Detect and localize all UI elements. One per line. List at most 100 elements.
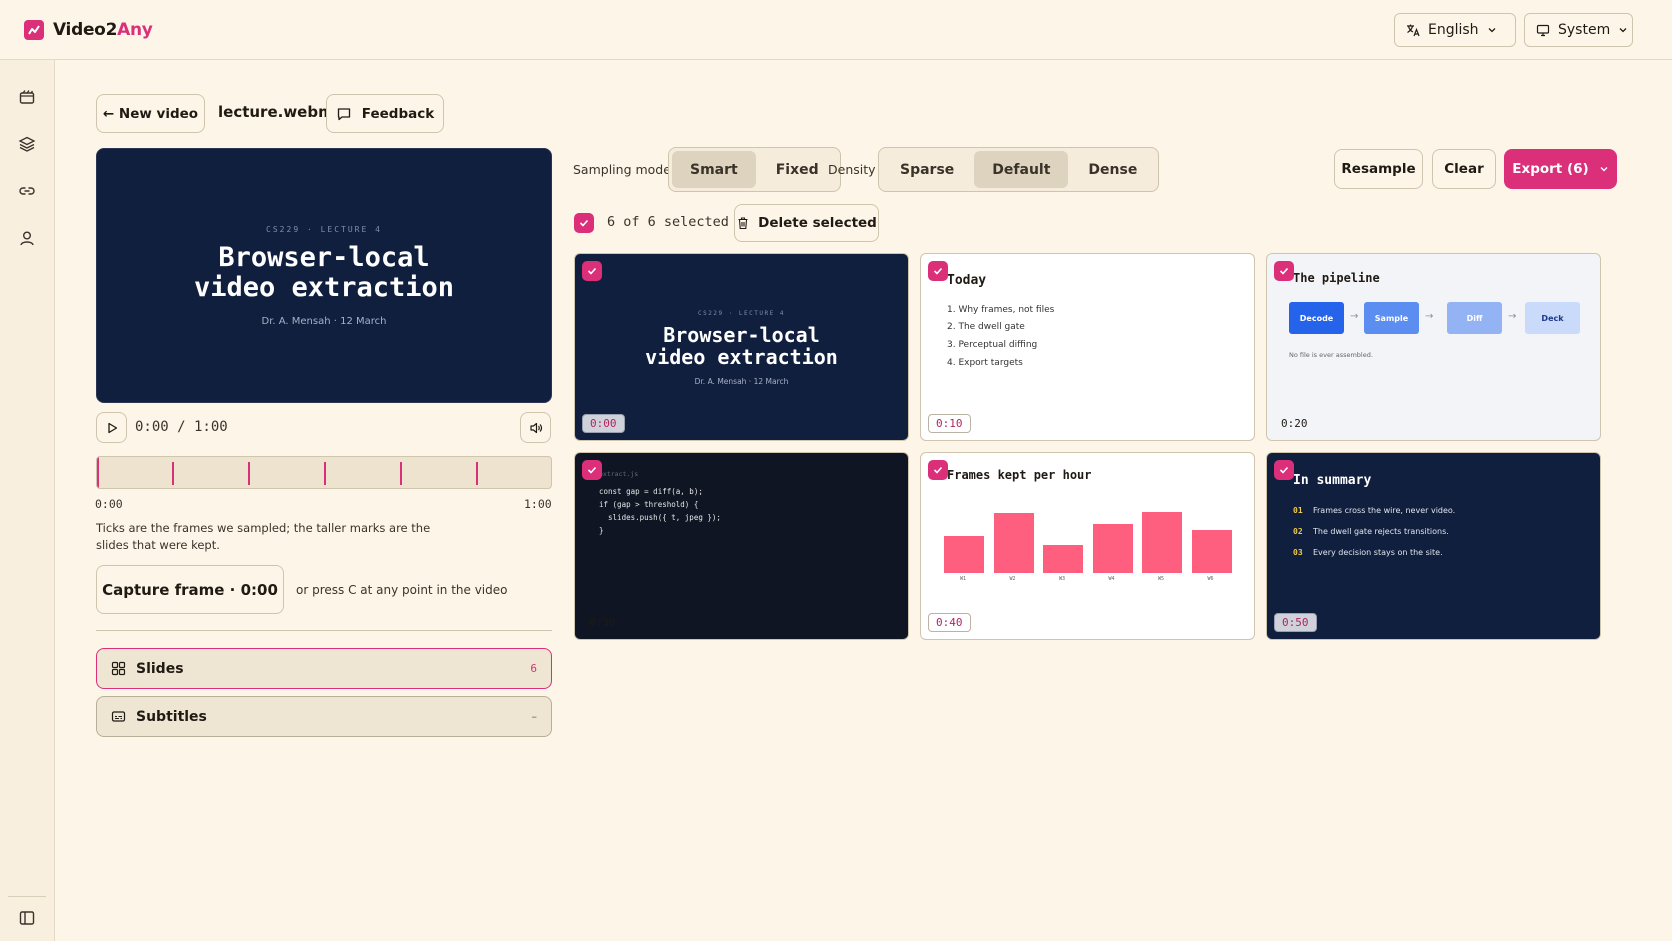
pipeline-note: No file is ever assembled. bbox=[1289, 351, 1373, 359]
pipeline-step: Diff bbox=[1447, 302, 1502, 334]
frame-subtitle: Dr. A. Mensah · 12 March bbox=[694, 377, 789, 386]
theme-select[interactable]: System bbox=[1524, 13, 1633, 47]
slide-tick[interactable] bbox=[248, 462, 250, 485]
chart-bar bbox=[1043, 544, 1083, 573]
language-label: English bbox=[1428, 22, 1479, 38]
slide-eyebrow: CS229 · LECTURE 4 bbox=[266, 225, 382, 234]
frame-heading: Today bbox=[947, 273, 987, 288]
slides-panel[interactable]: Slides 6 bbox=[96, 648, 552, 689]
language-select[interactable]: English bbox=[1394, 13, 1516, 47]
delete-selected-button[interactable]: Delete selected bbox=[734, 204, 879, 242]
summary-number: 02 bbox=[1293, 527, 1303, 536]
sidebar-toggle-icon[interactable] bbox=[18, 909, 36, 927]
density-dense[interactable]: Dense bbox=[1070, 151, 1155, 188]
density-sparse[interactable]: Sparse bbox=[882, 151, 972, 188]
resample-button[interactable]: Resample bbox=[1334, 149, 1423, 189]
check-icon bbox=[1279, 466, 1289, 474]
check-icon bbox=[587, 267, 597, 275]
frame-timestamp: 0:10 bbox=[928, 414, 971, 433]
frame-card[interactable]: In summary 01 Frames cross the wire, nev… bbox=[1266, 452, 1601, 640]
chart-bar bbox=[944, 536, 984, 573]
frame-checkbox[interactable] bbox=[1274, 261, 1294, 281]
clear-button[interactable]: Clear bbox=[1432, 149, 1496, 189]
play-button[interactable] bbox=[96, 412, 127, 443]
slide-subtitle: Dr. A. Mensah · 12 March bbox=[261, 316, 387, 327]
playhead[interactable] bbox=[97, 457, 99, 488]
chart-category-label: W3 bbox=[1059, 576, 1066, 582]
app-name: Video2Any bbox=[53, 20, 153, 40]
sampling-fixed[interactable]: Fixed bbox=[758, 151, 837, 188]
side-rail bbox=[0, 60, 55, 941]
summary-number: 01 bbox=[1293, 506, 1303, 515]
video-preview[interactable]: CS229 · LECTURE 4 Browser-local video ex… bbox=[96, 148, 552, 403]
frame-checkbox[interactable] bbox=[928, 460, 948, 480]
message-icon bbox=[337, 107, 350, 120]
new-video-button[interactable]: ← New video bbox=[96, 94, 205, 133]
frame-timestamp: 0:20 bbox=[1281, 417, 1308, 430]
theme-label: System bbox=[1558, 22, 1611, 38]
chart-bar bbox=[1142, 512, 1182, 573]
frame-list-item: 1. Why frames, not files bbox=[947, 305, 1055, 315]
select-all-checkbox[interactable] bbox=[574, 213, 594, 233]
chart-bar bbox=[993, 513, 1034, 573]
arrow-right-icon: → bbox=[1350, 311, 1359, 322]
check-icon bbox=[587, 466, 597, 474]
feedback-button[interactable]: Feedback bbox=[326, 94, 444, 133]
density-default[interactable]: Default bbox=[974, 151, 1069, 188]
check-icon bbox=[933, 466, 943, 474]
subtitles-count: – bbox=[531, 710, 538, 723]
frame-heading: The pipeline bbox=[1293, 271, 1380, 285]
pipeline-step: Deck bbox=[1525, 302, 1580, 334]
frame-checkbox[interactable] bbox=[1274, 460, 1294, 480]
sampling-mode-toggle: Smart Fixed bbox=[668, 147, 841, 192]
frame-card[interactable]: The pipeline Decode → Sample → Diff → De… bbox=[1266, 253, 1601, 441]
chart-category-label: W5 bbox=[1158, 576, 1165, 582]
arrow-right-icon: → bbox=[1508, 311, 1517, 322]
chart-category-label: W4 bbox=[1108, 576, 1115, 582]
slides-count: 6 bbox=[530, 662, 537, 675]
frame-list-item: 4. Export targets bbox=[947, 358, 1023, 368]
brand[interactable]: Video2Any bbox=[24, 20, 153, 40]
frame-list-item: 2. The dwell gate bbox=[947, 322, 1025, 332]
slide-tick[interactable] bbox=[476, 462, 478, 485]
chart-bar bbox=[1092, 523, 1133, 573]
frame-timestamp: 0:50 bbox=[1274, 613, 1317, 632]
frame-timestamp: 0:30 bbox=[589, 616, 616, 629]
captions-icon bbox=[111, 711, 126, 722]
volume-button[interactable] bbox=[520, 412, 551, 443]
export-button[interactable]: Export (6) bbox=[1504, 149, 1617, 189]
chevron-down-icon bbox=[1488, 28, 1496, 33]
layers-icon[interactable] bbox=[18, 135, 36, 153]
sampling-mode-label: Sampling mode bbox=[573, 162, 671, 177]
frame-checkbox[interactable] bbox=[582, 261, 602, 281]
code-filename: extract.js bbox=[599, 470, 639, 478]
frame-card[interactable]: CS229 · LECTURE 4 Browser-local video ex… bbox=[574, 253, 909, 441]
code-line: } bbox=[599, 526, 604, 535]
check-icon bbox=[1279, 267, 1289, 275]
frame-card[interactable]: extract.js const gap = diff(a, b); if (g… bbox=[574, 452, 909, 640]
link-icon[interactable] bbox=[18, 182, 36, 200]
user-icon[interactable] bbox=[18, 229, 36, 247]
summary-text: Every decision stays on the site. bbox=[1313, 548, 1443, 557]
density-toggle: Sparse Default Dense bbox=[878, 147, 1160, 192]
frame-heading: In summary bbox=[1293, 473, 1372, 488]
timeline-scrubber[interactable] bbox=[96, 456, 552, 489]
frame-card[interactable]: Frames kept per hour W1 W2 W3 W4 W5 W6 0:40 bbox=[920, 452, 1255, 640]
playback-time: 0:00 / 1:00 bbox=[135, 419, 228, 435]
summary-text: The dwell gate rejects transitions. bbox=[1313, 527, 1449, 536]
frame-list-item: 3. Perceptual diffing bbox=[947, 340, 1038, 350]
capture-note: or press C at any point in the video bbox=[296, 583, 508, 597]
subtitles-panel[interactable]: Subtitles – bbox=[96, 696, 552, 737]
slide-tick[interactable] bbox=[324, 462, 326, 485]
frame-checkbox[interactable] bbox=[582, 460, 602, 480]
check-icon bbox=[579, 219, 589, 227]
sampling-smart[interactable]: Smart bbox=[672, 151, 756, 188]
trash-icon bbox=[738, 217, 748, 230]
frame-card[interactable]: Today 1. Why frames, not files 2. The dw… bbox=[920, 253, 1255, 441]
slide-tick[interactable] bbox=[400, 462, 402, 485]
video-icon[interactable] bbox=[18, 88, 36, 106]
frame-checkbox[interactable] bbox=[928, 261, 948, 281]
capture-frame-button[interactable]: Capture frame · 0:00 bbox=[96, 565, 284, 614]
slide-tick[interactable] bbox=[172, 462, 174, 485]
subtitles-panel-label: Subtitles bbox=[136, 708, 207, 725]
